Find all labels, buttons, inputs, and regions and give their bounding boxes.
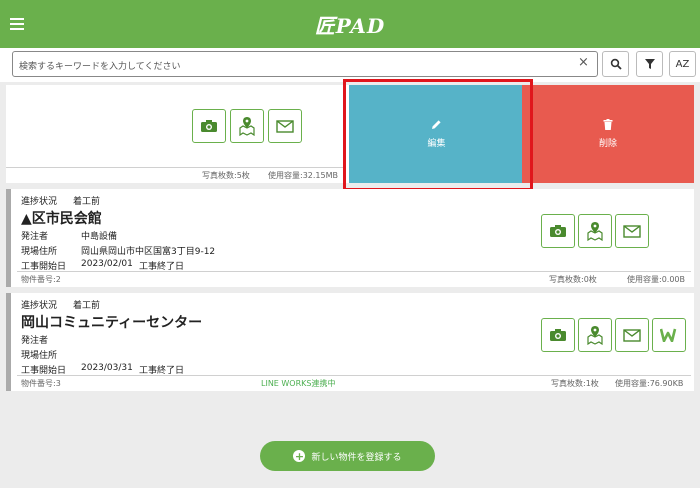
register-label: 新しい物件を登録する xyxy=(311,452,402,463)
camera-button[interactable] xyxy=(541,214,575,248)
register-new-item-button[interactable]: + 新しい物件を登録する xyxy=(260,441,435,471)
camera-icon xyxy=(550,329,566,341)
clear-search-icon[interactable]: × xyxy=(578,55,589,70)
lineworks-icon xyxy=(660,328,677,342)
storage-used: 使用容量:0.00B xyxy=(627,275,685,284)
mail-button[interactable] xyxy=(268,109,302,143)
lineworks-status: LINE WORKS連携中 xyxy=(261,379,336,388)
camera-icon xyxy=(550,225,566,237)
mail-icon xyxy=(623,328,641,342)
camera-icon xyxy=(201,120,217,132)
camera-button[interactable] xyxy=(192,109,226,143)
client-value: 中島設備 xyxy=(81,232,118,242)
site-value: 岡山県岡山市中区国富3丁目9-12 xyxy=(81,247,216,257)
map-button[interactable] xyxy=(230,109,264,143)
divider xyxy=(17,375,691,376)
filter-icon xyxy=(644,59,655,69)
client-label: 発注者 xyxy=(21,232,49,242)
delete-action-button[interactable]: 削除 xyxy=(522,85,694,183)
map-button[interactable] xyxy=(578,318,612,352)
filter-button[interactable] xyxy=(636,51,663,77)
photo-count: 写真枚数:0枚 xyxy=(549,275,597,284)
client-label: 発注者 xyxy=(21,336,49,346)
app-logo: 匠PAD xyxy=(314,14,386,38)
photo-count: 写真枚数:5枚 xyxy=(202,171,250,180)
item-title: ▲区市民会館 xyxy=(21,211,102,227)
map-pin-icon xyxy=(239,117,255,136)
start-date-value: 2023/03/31 xyxy=(81,363,133,373)
list-item[interactable]: 進捗状況 着工前 岡山コミュニティーセンター 発注者 現場住所 工事開始日 20… xyxy=(6,293,694,391)
item-number: 物件番号:2 xyxy=(21,275,61,284)
map-button[interactable] xyxy=(578,214,612,248)
storage-used: 使用容量:32.15MB xyxy=(268,171,338,180)
status-label: 進捗状況 xyxy=(21,301,58,311)
site-label: 現場住所 xyxy=(21,351,58,361)
search-bar: 検索するキーワードを入力してください × AZ xyxy=(0,48,700,82)
mail-button[interactable] xyxy=(615,214,649,248)
site-label: 現場住所 xyxy=(21,247,58,257)
mail-icon xyxy=(623,224,641,238)
start-date-value: 2023/02/01 xyxy=(81,259,133,269)
plus-circle-icon: + xyxy=(293,449,306,463)
photo-count: 写真枚数:1枚 xyxy=(551,379,599,388)
search-button[interactable] xyxy=(602,51,629,77)
search-icon xyxy=(610,58,622,70)
item-title: 岡山コミュニティーセンター xyxy=(21,315,203,331)
status-value: 着工前 xyxy=(73,301,101,311)
divider xyxy=(17,271,691,272)
camera-button[interactable] xyxy=(541,318,575,352)
item-number: 物件番号:3 xyxy=(21,379,61,388)
mail-icon xyxy=(276,119,294,133)
search-input[interactable]: 検索するキーワードを入力してください xyxy=(12,51,598,77)
sort-az-button[interactable]: AZ xyxy=(669,51,696,77)
status-value: 着工前 xyxy=(73,197,101,207)
trash-icon xyxy=(603,119,613,130)
list-item[interactable]: 進捗状況 着工前 ▲区市民会館 発注者 中島設備 現場住所 岡山県岡山市中区国富… xyxy=(6,189,694,287)
lineworks-button[interactable] xyxy=(652,318,686,352)
map-pin-icon xyxy=(587,222,603,241)
map-pin-icon xyxy=(587,326,603,345)
storage-used: 使用容量:76.90KB xyxy=(615,379,684,388)
divider xyxy=(6,167,346,168)
mail-button[interactable] xyxy=(615,318,649,352)
highlight-box xyxy=(343,79,533,191)
status-label: 進捗状況 xyxy=(21,197,58,207)
delete-label: 削除 xyxy=(598,139,617,149)
app-header: 匠PAD xyxy=(0,0,700,48)
